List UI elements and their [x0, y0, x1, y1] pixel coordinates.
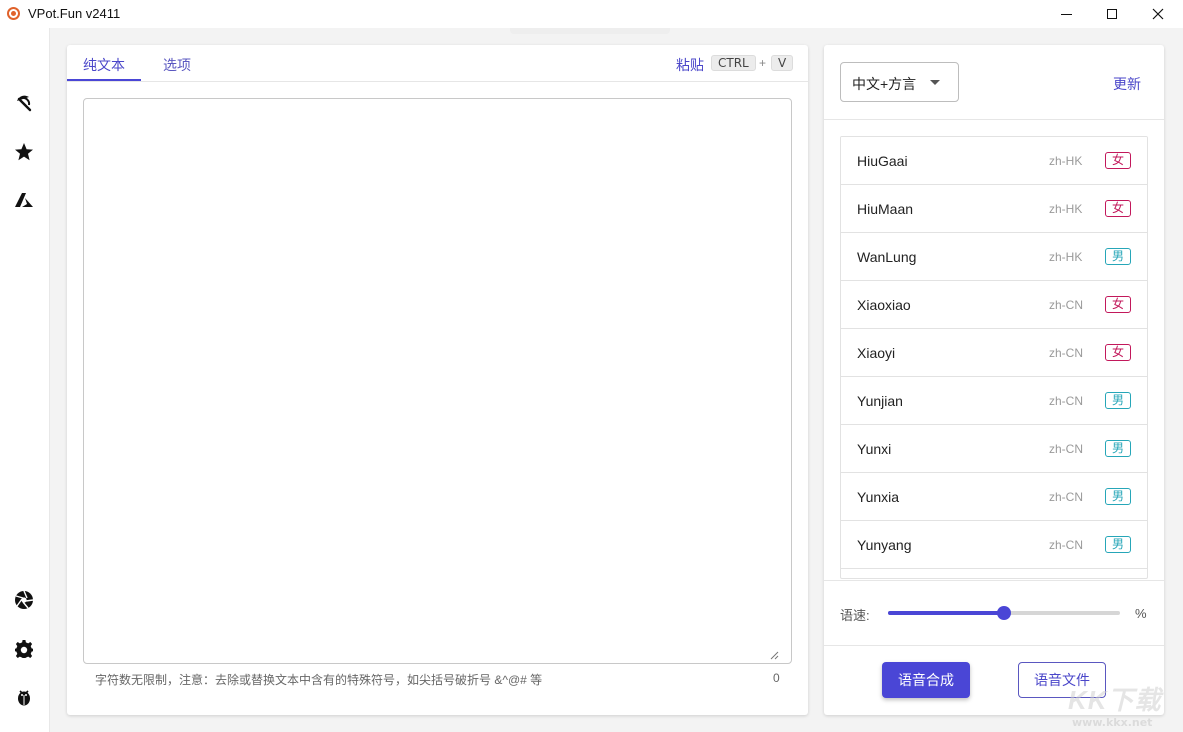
- voice-item[interactable]: HiuGaai zh-HK 女: [841, 137, 1147, 185]
- shortcut-plus: +: [759, 56, 766, 70]
- voice-item[interactable]: Xiaoyi zh-CN 女: [841, 329, 1147, 377]
- shortcut-key-ctrl: CTRL: [711, 55, 756, 71]
- divider: [824, 119, 1164, 120]
- voice-list[interactable]: HiuGaaizh-HK女HiuMaanzh-HK女WanLungzh-HK男X…: [840, 136, 1148, 579]
- bug-icon[interactable]: [13, 686, 35, 708]
- voice-locale: zh-CN: [1049, 394, 1083, 408]
- voices-panel: 中文+方言 更新 HiuGaai zh-HK 女 HiuMaan zh-HK 女 WanLu…: [824, 45, 1164, 715]
- drag-handle[interactable]: [510, 28, 670, 34]
- voice-locale: zh-CN: [1049, 442, 1083, 456]
- speed-slider[interactable]: [888, 603, 1120, 623]
- chevron-down-icon: [930, 80, 940, 85]
- gender-badge: 男: [1105, 536, 1131, 553]
- voice-item[interactable]: Xiaoxiao zh-CN 女: [841, 281, 1147, 329]
- maximize-button[interactable]: [1089, 0, 1135, 28]
- close-button[interactable]: [1135, 0, 1181, 28]
- voice-name: HiuGaai: [857, 153, 908, 169]
- voice-locale: zh-HK: [1049, 250, 1082, 264]
- star-icon[interactable]: [13, 141, 35, 163]
- tab-options[interactable]: 选项: [163, 55, 191, 75]
- voice-name: Xiaoyi: [857, 345, 895, 361]
- editor-panel: 纯文本 选项 粘贴 CTRL + V 字符数无限制，注意：去除或替换文本中含有的…: [67, 45, 808, 715]
- voice-item[interactable]: HiuMaan zh-HK 女: [841, 185, 1147, 233]
- voice-item[interactable]: WanLung zh-HK 男: [841, 233, 1147, 281]
- input-hint: 字符数无限制，注意：去除或替换文本中含有的特殊符号，如尖括号破折号 &^@# 等: [95, 671, 542, 688]
- watermark-bottom: www.kkx.net: [1072, 716, 1152, 729]
- voice-locale: zh-HK: [1049, 202, 1082, 216]
- editor-tabs: 纯文本 选项 粘贴 CTRL + V: [67, 45, 808, 82]
- gender-badge: 男: [1105, 488, 1131, 505]
- voice-locale: zh-CN: [1049, 490, 1083, 504]
- gender-badge: 男: [1105, 248, 1131, 265]
- gender-badge: 女: [1105, 152, 1131, 169]
- gender-badge: 女: [1105, 200, 1131, 217]
- close-icon: [1152, 8, 1164, 20]
- gender-badge: 女: [1105, 296, 1131, 313]
- voice-item[interactable]: Yunjian zh-CN 男: [841, 377, 1147, 425]
- maximize-icon: [1107, 9, 1117, 19]
- resize-grip-icon[interactable]: [769, 650, 779, 660]
- paste-button[interactable]: 粘贴: [676, 55, 704, 75]
- voice-name: Yunyang: [857, 537, 912, 553]
- voice-locale: zh-CN: [1049, 346, 1083, 360]
- sidebar: [0, 28, 50, 732]
- aperture-icon[interactable]: [13, 589, 35, 611]
- slider-thumb[interactable]: [997, 606, 1011, 620]
- voice-name: WanLung: [857, 249, 916, 265]
- watermark-logo: KK下载 www.kkx.net: [1068, 680, 1180, 730]
- update-button[interactable]: 更新: [1113, 74, 1141, 94]
- window-title: VPot.Fun v2411: [28, 6, 120, 21]
- app-logo-icon: [7, 7, 20, 20]
- percent-unit: %: [1135, 606, 1147, 621]
- voice-item[interactable]: Yunxi zh-CN 男: [841, 425, 1147, 473]
- voice-locale: zh-HK: [1049, 154, 1082, 168]
- voice-name: Yunxi: [857, 441, 891, 457]
- slider-fill: [888, 611, 1004, 615]
- watermark-top: KK下载: [1068, 680, 1162, 717]
- voice-name: HiuMaan: [857, 201, 913, 217]
- synthesize-button[interactable]: 语音合成: [882, 662, 970, 698]
- minimize-icon: [1061, 14, 1072, 15]
- azure-icon[interactable]: [13, 189, 35, 211]
- tab-plain-text[interactable]: 纯文本: [83, 55, 125, 75]
- language-select[interactable]: 中文+方言: [840, 62, 959, 102]
- divider: [824, 580, 1164, 581]
- divider: [824, 645, 1164, 646]
- voice-item[interactable]: Yunyang zh-CN 男: [841, 521, 1147, 569]
- voice-name: Xiaoxiao: [857, 297, 911, 313]
- char-count: 0: [773, 671, 780, 685]
- minimize-button[interactable]: [1043, 0, 1089, 28]
- umbrella-icon[interactable]: [13, 92, 35, 114]
- gear-icon[interactable]: [13, 638, 35, 660]
- gender-badge: 女: [1105, 344, 1131, 361]
- voice-locale: zh-CN: [1049, 298, 1083, 312]
- text-input[interactable]: [83, 98, 792, 664]
- speed-label: 语速:: [840, 605, 870, 624]
- voice-name: Yunjian: [857, 393, 903, 409]
- voice-item[interactable]: Yunxia zh-CN 男: [841, 473, 1147, 521]
- voice-locale: zh-CN: [1049, 538, 1083, 552]
- title-bar: VPot.Fun v2411: [0, 0, 1183, 28]
- language-select-value: 中文+方言: [852, 74, 916, 94]
- gender-badge: 男: [1105, 440, 1131, 457]
- gender-badge: 男: [1105, 392, 1131, 409]
- voice-name: Yunxia: [857, 489, 899, 505]
- shortcut-key-v: V: [771, 55, 793, 71]
- active-tab-indicator: [67, 79, 141, 81]
